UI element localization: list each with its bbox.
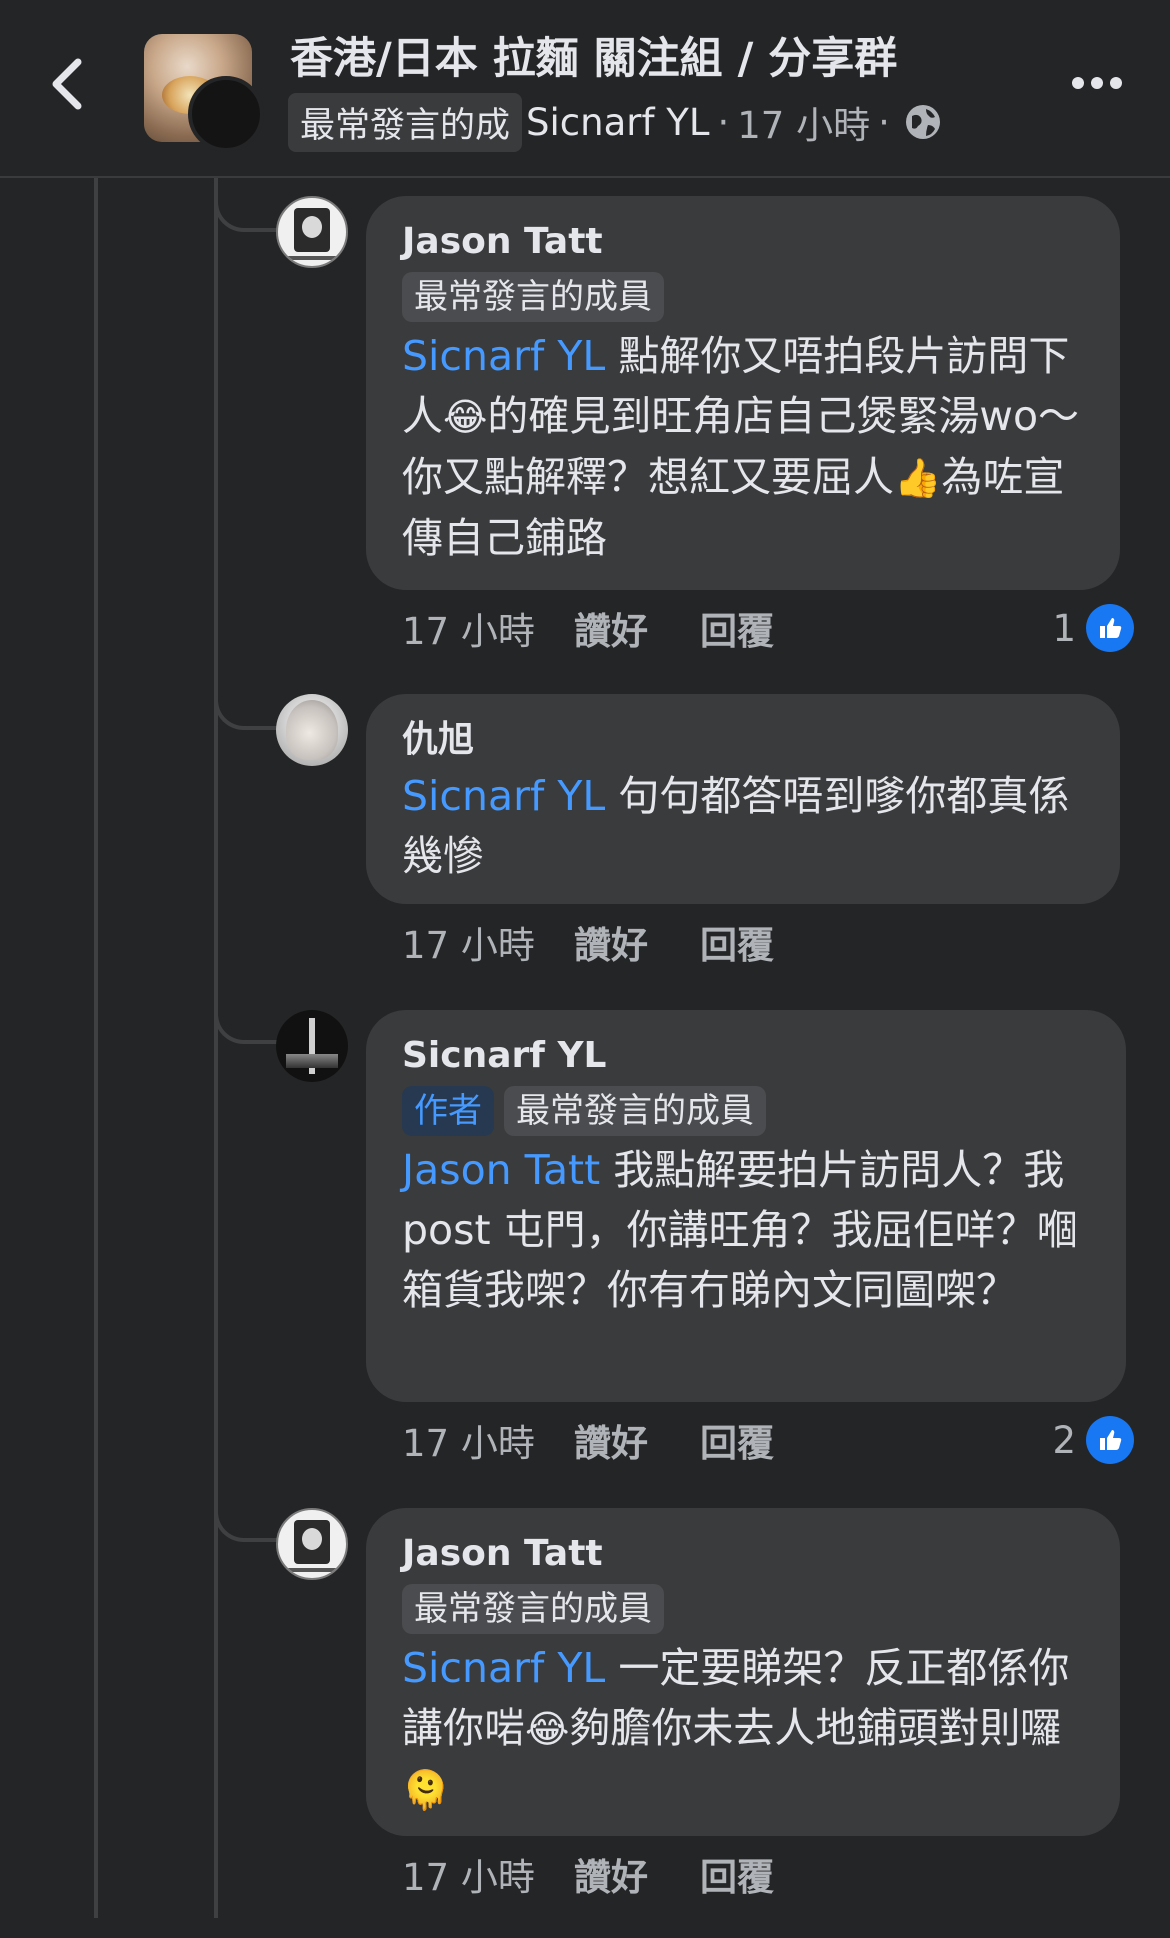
- emoji-laughing: 😂: [525, 1707, 570, 1751]
- separator: ·: [717, 100, 730, 144]
- mention-link[interactable]: Jason Tatt: [402, 1146, 600, 1194]
- thread-line: [94, 178, 98, 1918]
- mention-link[interactable]: Sicnarf YL: [402, 1644, 605, 1692]
- comment-time[interactable]: 17 小時: [402, 915, 574, 969]
- thumbs-up-icon: [1086, 1416, 1134, 1464]
- comment-text-part: 夠膽你未去人地鋪頭對則囉: [569, 1704, 1062, 1752]
- comment-bubble[interactable]: Jason Tatt 最常發言的成員 Sicnarf YL 一定要睇架？反正都係…: [366, 1508, 1120, 1836]
- reply-button[interactable]: 回覆: [700, 1847, 774, 1901]
- post-meta: 最常發言的成 Sicnarf YL · 17 小時 ·: [288, 92, 942, 152]
- comment-author[interactable]: Sicnarf YL: [402, 1034, 1090, 1078]
- comment-bubble[interactable]: 仇旭 Sicnarf YL 句句都答唔到嗲你都真係幾慘: [366, 694, 1120, 904]
- group-title[interactable]: 香港/日本 拉麵 關注組 / 分享群: [290, 24, 897, 86]
- emoji-melting-face: 🫠: [402, 1768, 450, 1812]
- thumbs-up-icon: [1086, 604, 1134, 652]
- like-button[interactable]: 讚好: [574, 1413, 648, 1467]
- reply-button[interactable]: 回覆: [700, 915, 774, 969]
- avatar[interactable]: [276, 196, 348, 268]
- comment-actions: 17 小時 讚好 回覆 2: [402, 1412, 1134, 1468]
- comment-author[interactable]: 仇旭: [402, 718, 1084, 762]
- avatar[interactable]: [276, 1508, 348, 1580]
- reaction-count: 2: [1052, 1418, 1076, 1462]
- reply-connector: [214, 1484, 280, 1542]
- comment-bubble[interactable]: Sicnarf YL 作者 最常發言的成員 Jason Tatt 我點解要拍片訪…: [366, 1010, 1126, 1402]
- separator: ·: [878, 100, 890, 144]
- like-button[interactable]: 讚好: [574, 1847, 648, 1901]
- comment-time[interactable]: 17 小時: [402, 1413, 574, 1467]
- comment-text: Sicnarf YL 點解你又唔拍段片訪問下人😂的確見到旺角店自己煲緊湯wo～你…: [402, 326, 1084, 568]
- mention-link[interactable]: Sicnarf YL: [402, 332, 605, 380]
- more-dots-icon[interactable]: [1070, 74, 1124, 92]
- comment-author[interactable]: Jason Tatt: [402, 220, 1084, 264]
- reply-connector: [214, 178, 280, 232]
- comment-actions: 17 小時 讚好 回覆: [402, 1846, 1134, 1902]
- comment-text: Sicnarf YL 一定要睇架？反正都係你講你啱😂夠膽你未去人地鋪頭對則囉🫠: [402, 1638, 1084, 1820]
- comment-actions: 17 小時 讚好 回覆: [402, 914, 1134, 970]
- comment-actions: 17 小時 讚好 回覆 1: [402, 600, 1134, 656]
- avatar[interactable]: [276, 1010, 348, 1082]
- post-time[interactable]: 17 小時: [737, 95, 870, 149]
- member-badge: 最常發言的成員: [504, 1086, 766, 1136]
- comment-text: Sicnarf YL 句句都答唔到嗲你都真係幾慘: [402, 766, 1084, 886]
- reply-connector: [214, 672, 280, 730]
- poster-name[interactable]: Sicnarf YL: [526, 101, 709, 144]
- member-badge: 最常發言的成員: [402, 272, 664, 322]
- like-button[interactable]: 讚好: [574, 601, 648, 655]
- chevron-left-icon[interactable]: [44, 54, 94, 114]
- reaction-summary[interactable]: 2: [1052, 1416, 1134, 1464]
- like-button[interactable]: 讚好: [574, 915, 648, 969]
- comment-time[interactable]: 17 小時: [402, 1847, 574, 1901]
- emoji-thumbs-up: 👍: [894, 456, 942, 500]
- comment-bubble[interactable]: Jason Tatt 最常發言的成員 Sicnarf YL 點解你又唔拍段片訪問…: [366, 196, 1120, 590]
- reaction-summary[interactable]: 1: [1052, 604, 1134, 652]
- emoji-laughing: 😂: [443, 395, 488, 439]
- reaction-count: 1: [1052, 606, 1076, 650]
- poster-avatar[interactable]: [188, 76, 264, 152]
- globe-icon: [905, 105, 940, 139]
- avatar[interactable]: [276, 694, 348, 766]
- comment-time[interactable]: 17 小時: [402, 601, 574, 655]
- mention-link[interactable]: Sicnarf YL: [402, 772, 605, 820]
- reply-button[interactable]: 回覆: [700, 601, 774, 655]
- author-badge: 作者: [402, 1086, 494, 1136]
- thread-line: [214, 178, 218, 1918]
- member-badge: 最常發言的成: [288, 92, 523, 152]
- group-post-header: 香港/日本 拉麵 關注組 / 分享群 最常發言的成 Sicnarf YL · 1…: [0, 0, 1170, 178]
- reply-button[interactable]: 回覆: [700, 1413, 774, 1467]
- comment-text: Jason Tatt 我點解要拍片訪問人？我 post 屯門，你講旺角？我屈佢咩…: [402, 1140, 1090, 1320]
- comment-author[interactable]: Jason Tatt: [402, 1532, 1084, 1576]
- member-badge: 最常發言的成員: [402, 1584, 664, 1634]
- reply-connector: [214, 986, 280, 1044]
